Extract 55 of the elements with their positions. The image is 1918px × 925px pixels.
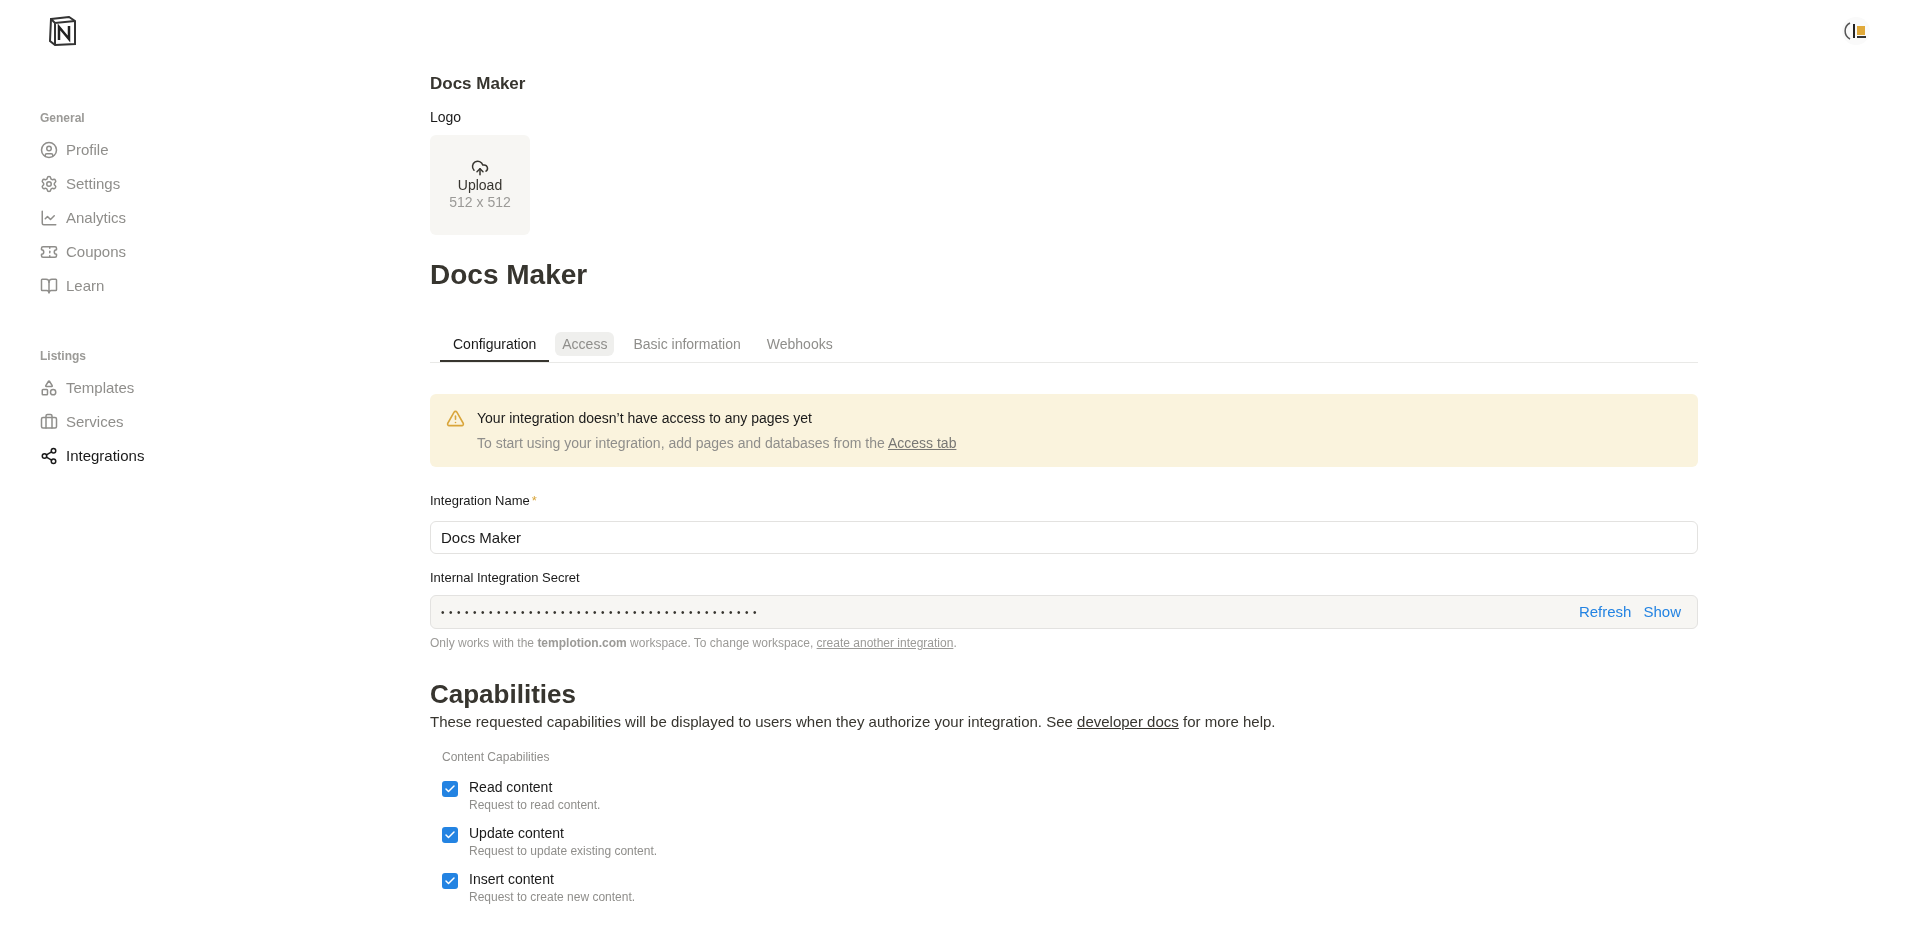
group-label: Content Capabilities: [442, 749, 550, 765]
check-icon: [444, 783, 456, 795]
capability-hint: Request to update existing content.: [469, 843, 658, 859]
nodes-icon: [40, 447, 58, 465]
tab[interactable]: Basic information: [620, 329, 754, 362]
capability-hint: Request to read content.: [469, 797, 601, 813]
secret-field[interactable]: •••••••••••••••••••••••••••••••••••••••• Refresh Show: [430, 595, 1698, 629]
sidebar-item[interactable]: Profile: [40, 133, 109, 167]
field-label: Internal Integration Secret: [430, 569, 580, 587]
capability-label: Update content: [469, 824, 565, 843]
warning-title: Your integration doesn’t have access to any pages yet: [477, 409, 813, 428]
upload-button[interactable]: Upload 512 x 512: [430, 135, 530, 235]
checkbox[interactable]: [442, 873, 458, 889]
sidebar-item[interactable]: Learn: [40, 269, 105, 303]
briefcase-icon: [40, 413, 58, 431]
checkbox[interactable]: [442, 827, 458, 843]
check-icon: [444, 829, 456, 841]
cloud-upload-icon: [471, 159, 489, 177]
tab[interactable]: Webhooks: [753, 329, 846, 362]
app-name: Docs Maker: [430, 74, 526, 94]
sidebar-item[interactable]: Settings: [40, 167, 121, 201]
field-label: Integration Name*: [430, 492, 537, 510]
secret-value: ••••••••••••••••••••••••••••••••••••••••: [441, 605, 762, 620]
book-icon: [40, 277, 58, 295]
capability-label: Insert content: [469, 870, 555, 889]
sidebar-item[interactable]: Coupons: [40, 235, 127, 269]
sidebar-item[interactable]: Analytics: [40, 201, 127, 235]
line-chart-icon: [40, 209, 58, 227]
capability-label: Read content: [469, 778, 554, 797]
workspace-note: Only works with the templotion.com workspace. To change workspace, create another integration.: [430, 635, 958, 651]
section-description: These requested capabilities will be displayed to users when they authorize your integration. See developer docs for more help.: [430, 712, 1277, 732]
notion-logo-icon[interactable]: [48, 16, 76, 46]
secret-action-button[interactable]: Show: [1643, 600, 1681, 624]
developer-docs-link[interactable]: developer docs: [1077, 713, 1179, 730]
warning-icon: [446, 409, 465, 428]
sidebar-item[interactable]: Templates: [40, 371, 135, 405]
sidebar-item[interactable]: Integrations: [40, 439, 145, 473]
gear-icon: [40, 175, 58, 193]
sidebar-item[interactable]: Services: [40, 405, 124, 439]
section-label: General: [40, 110, 85, 126]
secret-action-button[interactable]: Refresh: [1578, 600, 1632, 624]
shapes-icon: [40, 379, 58, 397]
tab[interactable]: Configuration: [440, 329, 550, 362]
check-icon: [444, 875, 456, 887]
user-circle-icon: [40, 141, 58, 159]
capability-hint: Request to create new content.: [469, 889, 636, 905]
access-tab-link[interactable]: Access tab: [887, 435, 957, 451]
section-label: Listings: [40, 348, 86, 364]
logo-label: Logo: [430, 108, 462, 126]
ticket-icon: [40, 243, 58, 261]
section-title: Capabilities: [430, 678, 576, 710]
page-title: Docs Maker: [430, 258, 588, 292]
warning-text: To start using your integration, add pages and databases from the Access tab: [477, 434, 957, 453]
checkbox[interactable]: [442, 781, 458, 797]
integration-name-field[interactable]: Docs Maker: [430, 521, 1698, 554]
